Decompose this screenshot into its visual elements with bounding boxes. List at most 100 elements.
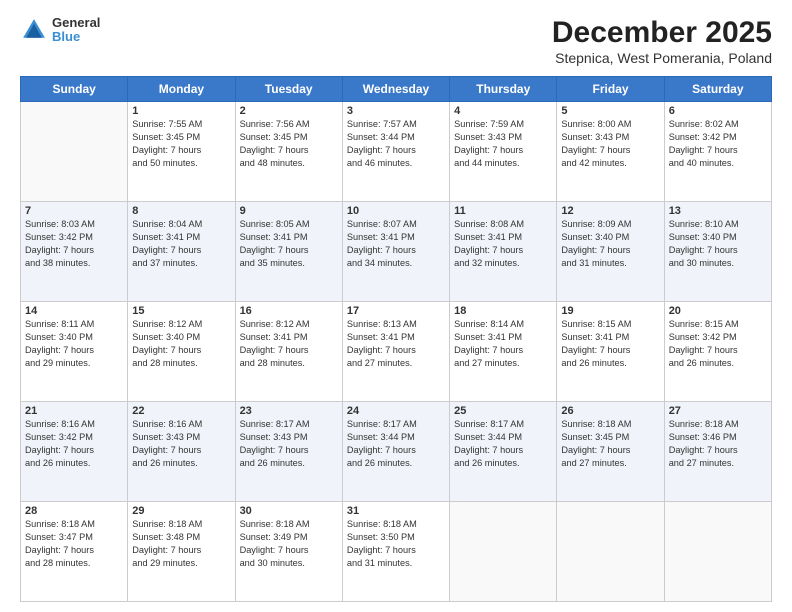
day-number: 5 bbox=[561, 105, 659, 117]
day-number: 28 bbox=[25, 505, 123, 517]
day-number: 17 bbox=[347, 305, 445, 317]
day-number: 13 bbox=[669, 205, 767, 217]
cell-text: Sunrise: 8:17 AM Sunset: 3:43 PM Dayligh… bbox=[240, 418, 338, 470]
day-number: 4 bbox=[454, 105, 552, 117]
calendar-cell: 1Sunrise: 7:55 AM Sunset: 3:45 PM Daylig… bbox=[128, 102, 235, 202]
day-number: 11 bbox=[454, 205, 552, 217]
day-number: 6 bbox=[669, 105, 767, 117]
logo-text: General Blue bbox=[52, 16, 100, 45]
logo-icon bbox=[20, 16, 48, 44]
cell-text: Sunrise: 7:57 AM Sunset: 3:44 PM Dayligh… bbox=[347, 118, 445, 170]
calendar-cell: 18Sunrise: 8:14 AM Sunset: 3:41 PM Dayli… bbox=[450, 302, 557, 402]
day-number: 1 bbox=[132, 105, 230, 117]
calendar-header-row: SundayMondayTuesdayWednesdayThursdayFrid… bbox=[21, 77, 772, 102]
cell-text: Sunrise: 8:04 AM Sunset: 3:41 PM Dayligh… bbox=[132, 218, 230, 270]
cell-text: Sunrise: 8:03 AM Sunset: 3:42 PM Dayligh… bbox=[25, 218, 123, 270]
calendar-cell: 17Sunrise: 8:13 AM Sunset: 3:41 PM Dayli… bbox=[342, 302, 449, 402]
calendar-cell bbox=[21, 102, 128, 202]
page-title: December 2025 bbox=[552, 16, 772, 50]
cell-text: Sunrise: 8:12 AM Sunset: 3:40 PM Dayligh… bbox=[132, 318, 230, 370]
calendar-cell: 9Sunrise: 8:05 AM Sunset: 3:41 PM Daylig… bbox=[235, 202, 342, 302]
day-number: 2 bbox=[240, 105, 338, 117]
cell-text: Sunrise: 8:07 AM Sunset: 3:41 PM Dayligh… bbox=[347, 218, 445, 270]
calendar-week-row: 1Sunrise: 7:55 AM Sunset: 3:45 PM Daylig… bbox=[21, 102, 772, 202]
calendar-cell: 22Sunrise: 8:16 AM Sunset: 3:43 PM Dayli… bbox=[128, 402, 235, 502]
day-number: 3 bbox=[347, 105, 445, 117]
calendar-cell: 15Sunrise: 8:12 AM Sunset: 3:40 PM Dayli… bbox=[128, 302, 235, 402]
cell-text: Sunrise: 8:15 AM Sunset: 3:42 PM Dayligh… bbox=[669, 318, 767, 370]
cell-text: Sunrise: 8:17 AM Sunset: 3:44 PM Dayligh… bbox=[454, 418, 552, 470]
cell-text: Sunrise: 8:11 AM Sunset: 3:40 PM Dayligh… bbox=[25, 318, 123, 370]
calendar-cell: 6Sunrise: 8:02 AM Sunset: 3:42 PM Daylig… bbox=[664, 102, 771, 202]
day-number: 18 bbox=[454, 305, 552, 317]
calendar-cell: 4Sunrise: 7:59 AM Sunset: 3:43 PM Daylig… bbox=[450, 102, 557, 202]
calendar-cell: 30Sunrise: 8:18 AM Sunset: 3:49 PM Dayli… bbox=[235, 502, 342, 602]
calendar-cell: 31Sunrise: 8:18 AM Sunset: 3:50 PM Dayli… bbox=[342, 502, 449, 602]
calendar-cell bbox=[557, 502, 664, 602]
cell-text: Sunrise: 8:16 AM Sunset: 3:43 PM Dayligh… bbox=[132, 418, 230, 470]
day-number: 22 bbox=[132, 405, 230, 417]
calendar-week-row: 28Sunrise: 8:18 AM Sunset: 3:47 PM Dayli… bbox=[21, 502, 772, 602]
logo-line2: Blue bbox=[52, 30, 100, 44]
day-number: 10 bbox=[347, 205, 445, 217]
day-number: 7 bbox=[25, 205, 123, 217]
calendar-cell: 7Sunrise: 8:03 AM Sunset: 3:42 PM Daylig… bbox=[21, 202, 128, 302]
logo: General Blue bbox=[20, 16, 100, 45]
day-number: 19 bbox=[561, 305, 659, 317]
calendar-day-header: Wednesday bbox=[342, 77, 449, 102]
calendar-cell: 16Sunrise: 8:12 AM Sunset: 3:41 PM Dayli… bbox=[235, 302, 342, 402]
cell-text: Sunrise: 8:18 AM Sunset: 3:48 PM Dayligh… bbox=[132, 518, 230, 570]
calendar-cell: 3Sunrise: 7:57 AM Sunset: 3:44 PM Daylig… bbox=[342, 102, 449, 202]
calendar-day-header: Thursday bbox=[450, 77, 557, 102]
calendar-day-header: Tuesday bbox=[235, 77, 342, 102]
calendar-cell: 10Sunrise: 8:07 AM Sunset: 3:41 PM Dayli… bbox=[342, 202, 449, 302]
cell-text: Sunrise: 8:08 AM Sunset: 3:41 PM Dayligh… bbox=[454, 218, 552, 270]
cell-text: Sunrise: 7:59 AM Sunset: 3:43 PM Dayligh… bbox=[454, 118, 552, 170]
calendar-day-header: Sunday bbox=[21, 77, 128, 102]
cell-text: Sunrise: 8:13 AM Sunset: 3:41 PM Dayligh… bbox=[347, 318, 445, 370]
calendar-week-row: 14Sunrise: 8:11 AM Sunset: 3:40 PM Dayli… bbox=[21, 302, 772, 402]
calendar-cell: 23Sunrise: 8:17 AM Sunset: 3:43 PM Dayli… bbox=[235, 402, 342, 502]
cell-text: Sunrise: 8:14 AM Sunset: 3:41 PM Dayligh… bbox=[454, 318, 552, 370]
calendar-cell: 5Sunrise: 8:00 AM Sunset: 3:43 PM Daylig… bbox=[557, 102, 664, 202]
calendar-cell: 11Sunrise: 8:08 AM Sunset: 3:41 PM Dayli… bbox=[450, 202, 557, 302]
cell-text: Sunrise: 7:55 AM Sunset: 3:45 PM Dayligh… bbox=[132, 118, 230, 170]
calendar-cell: 12Sunrise: 8:09 AM Sunset: 3:40 PM Dayli… bbox=[557, 202, 664, 302]
calendar-cell: 29Sunrise: 8:18 AM Sunset: 3:48 PM Dayli… bbox=[128, 502, 235, 602]
calendar-table: SundayMondayTuesdayWednesdayThursdayFrid… bbox=[20, 76, 772, 602]
calendar-week-row: 21Sunrise: 8:16 AM Sunset: 3:42 PM Dayli… bbox=[21, 402, 772, 502]
calendar-cell: 19Sunrise: 8:15 AM Sunset: 3:41 PM Dayli… bbox=[557, 302, 664, 402]
header: General Blue December 2025 Stepnica, Wes… bbox=[20, 16, 772, 66]
calendar-cell: 27Sunrise: 8:18 AM Sunset: 3:46 PM Dayli… bbox=[664, 402, 771, 502]
logo-line1: General bbox=[52, 16, 100, 30]
calendar-cell: 2Sunrise: 7:56 AM Sunset: 3:45 PM Daylig… bbox=[235, 102, 342, 202]
page-subtitle: Stepnica, West Pomerania, Poland bbox=[552, 50, 772, 66]
cell-text: Sunrise: 8:00 AM Sunset: 3:43 PM Dayligh… bbox=[561, 118, 659, 170]
calendar-cell: 24Sunrise: 8:17 AM Sunset: 3:44 PM Dayli… bbox=[342, 402, 449, 502]
cell-text: Sunrise: 8:05 AM Sunset: 3:41 PM Dayligh… bbox=[240, 218, 338, 270]
cell-text: Sunrise: 8:09 AM Sunset: 3:40 PM Dayligh… bbox=[561, 218, 659, 270]
cell-text: Sunrise: 8:10 AM Sunset: 3:40 PM Dayligh… bbox=[669, 218, 767, 270]
title-block: December 2025 Stepnica, West Pomerania, … bbox=[552, 16, 772, 66]
day-number: 29 bbox=[132, 505, 230, 517]
calendar-cell: 20Sunrise: 8:15 AM Sunset: 3:42 PM Dayli… bbox=[664, 302, 771, 402]
calendar-cell: 28Sunrise: 8:18 AM Sunset: 3:47 PM Dayli… bbox=[21, 502, 128, 602]
day-number: 27 bbox=[669, 405, 767, 417]
calendar-cell: 26Sunrise: 8:18 AM Sunset: 3:45 PM Dayli… bbox=[557, 402, 664, 502]
day-number: 14 bbox=[25, 305, 123, 317]
calendar-cell bbox=[450, 502, 557, 602]
cell-text: Sunrise: 8:15 AM Sunset: 3:41 PM Dayligh… bbox=[561, 318, 659, 370]
calendar-cell: 21Sunrise: 8:16 AM Sunset: 3:42 PM Dayli… bbox=[21, 402, 128, 502]
calendar-cell bbox=[664, 502, 771, 602]
day-number: 25 bbox=[454, 405, 552, 417]
day-number: 30 bbox=[240, 505, 338, 517]
calendar-cell: 8Sunrise: 8:04 AM Sunset: 3:41 PM Daylig… bbox=[128, 202, 235, 302]
calendar-day-header: Friday bbox=[557, 77, 664, 102]
page: General Blue December 2025 Stepnica, Wes… bbox=[0, 0, 792, 612]
day-number: 24 bbox=[347, 405, 445, 417]
calendar-cell: 13Sunrise: 8:10 AM Sunset: 3:40 PM Dayli… bbox=[664, 202, 771, 302]
day-number: 31 bbox=[347, 505, 445, 517]
cell-text: Sunrise: 8:17 AM Sunset: 3:44 PM Dayligh… bbox=[347, 418, 445, 470]
calendar-day-header: Monday bbox=[128, 77, 235, 102]
day-number: 8 bbox=[132, 205, 230, 217]
